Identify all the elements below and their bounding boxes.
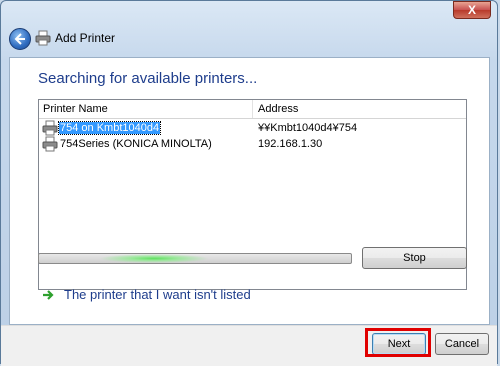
- wizard-content: Searching for available printers... Prin…: [9, 57, 490, 325]
- printer-icon: [42, 120, 58, 136]
- add-printer-window: X Add Printer Searching for available pr…: [0, 0, 498, 366]
- printer-name: 754 on Kmbt1040d4: [57, 121, 162, 135]
- printer-name: 754Series (KONICA MINOLTA): [60, 138, 212, 150]
- printer-address: 192.168.1.30: [258, 138, 323, 150]
- printer-icon: [35, 30, 51, 46]
- search-progress-bar: [38, 253, 352, 264]
- stop-button[interactable]: Stop: [362, 247, 467, 269]
- printer-not-listed-label: The printer that I want isn't listed: [64, 287, 251, 302]
- title-bar: X Add Printer: [1, 1, 497, 57]
- green-arrow-icon: [43, 290, 54, 300]
- page-heading: Searching for available printers...: [38, 70, 258, 87]
- back-arrow-icon: [14, 33, 25, 45]
- column-header-address[interactable]: Address: [258, 103, 298, 115]
- printer-row[interactable]: 754Series (KONICA MINOLTA) 192.168.1.30: [41, 136, 466, 152]
- back-button[interactable]: [9, 28, 31, 50]
- printer-icon: [42, 136, 58, 152]
- close-button[interactable]: X: [453, 1, 491, 19]
- list-header: Printer Name Address: [39, 100, 466, 119]
- cancel-button[interactable]: Cancel: [435, 333, 489, 355]
- progress-glow: [99, 254, 209, 263]
- column-header-printer-name[interactable]: Printer Name: [43, 103, 108, 115]
- close-icon: X: [467, 3, 476, 17]
- column-divider[interactable]: [252, 100, 253, 118]
- printer-row[interactable]: 754 on Kmbt1040d4 ¥¥Kmbt1040d4¥754: [41, 120, 466, 136]
- printer-address: ¥¥Kmbt1040d4¥754: [258, 122, 358, 134]
- next-highlight-box: [365, 328, 431, 357]
- window-title: Add Printer: [55, 31, 116, 45]
